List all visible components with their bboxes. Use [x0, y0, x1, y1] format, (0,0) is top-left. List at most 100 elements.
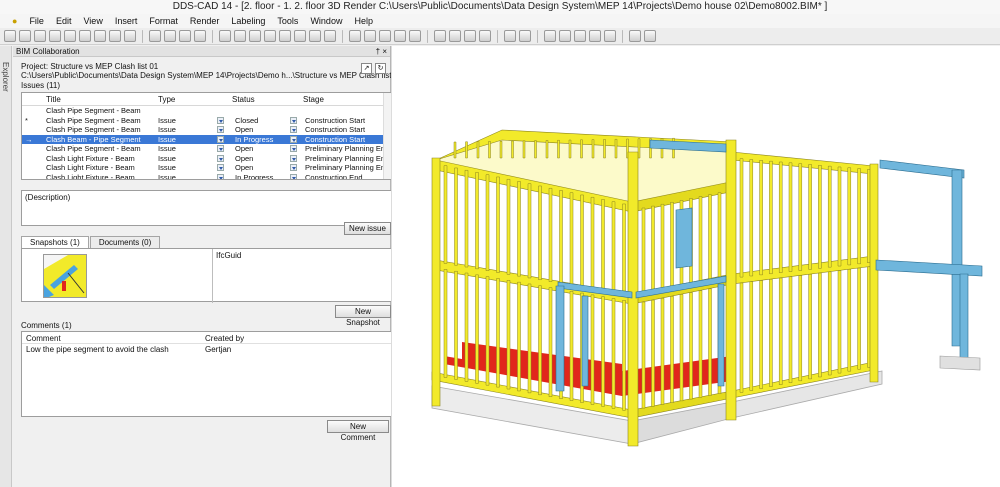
menu-help[interactable]: Help: [348, 14, 379, 28]
section-icon[interactable]: [409, 30, 421, 42]
col-stage[interactable]: Stage: [303, 95, 324, 104]
render-icon[interactable]: [324, 30, 336, 42]
building-icon[interactable]: [504, 30, 516, 42]
mark-icon[interactable]: [574, 30, 586, 42]
camera-icon[interactable]: [309, 30, 321, 42]
stage-dropdown-icon[interactable]: [290, 154, 297, 162]
col-title[interactable]: Title: [46, 95, 61, 104]
floor-down-icon[interactable]: [479, 30, 491, 42]
status-dropdown-icon[interactable]: [217, 173, 224, 179]
zoom-window-icon[interactable]: [264, 30, 276, 42]
3d-viewport[interactable]: [392, 46, 1000, 487]
layers-icon[interactable]: [164, 30, 176, 42]
print-icon[interactable]: [49, 30, 61, 42]
measure-icon[interactable]: [394, 30, 406, 42]
status-dropdown-icon[interactable]: [217, 135, 224, 143]
new-file-icon[interactable]: [4, 30, 16, 42]
issue-row[interactable]: Clash Pipe Segment - Beam Issue Open Constr…: [22, 125, 392, 135]
menu-app-icon[interactable]: ●: [6, 14, 23, 28]
ortho-icon[interactable]: [379, 30, 391, 42]
document-icon[interactable]: [519, 30, 531, 42]
issue-row[interactable]: Clash Pipe Segment - Beam Issue Open Prelim…: [22, 144, 392, 154]
menu-render[interactable]: Render: [184, 14, 226, 28]
home-icon[interactable]: [434, 30, 446, 42]
menu-format[interactable]: Format: [143, 14, 184, 28]
issues-table[interactable]: Title Type Status Stage Clash Pipe Segme…: [21, 92, 393, 180]
report-icon[interactable]: [604, 30, 616, 42]
copy-icon[interactable]: [79, 30, 91, 42]
open-folder-icon[interactable]: [19, 30, 31, 42]
issue-status: Open: [235, 125, 254, 134]
select-icon[interactable]: [234, 30, 246, 42]
menu-file[interactable]: File: [23, 14, 50, 28]
floor-up-icon[interactable]: [464, 30, 476, 42]
flag-icon[interactable]: [589, 30, 601, 42]
menu-labeling[interactable]: Labeling: [225, 14, 271, 28]
refresh-icon[interactable]: ↻: [375, 63, 386, 74]
menu-insert[interactable]: Insert: [109, 14, 144, 28]
menu-edit[interactable]: Edit: [50, 14, 78, 28]
new-snapshot-button[interactable]: New Snapshot: [335, 305, 391, 327]
stage-dropdown-icon[interactable]: [290, 173, 297, 179]
comment-row[interactable]: Low the pipe segment to avoid the clash …: [22, 344, 392, 355]
explorer-side-tab[interactable]: Explorer: [0, 46, 12, 487]
status-dropdown-icon[interactable]: [217, 116, 224, 124]
status-dropdown-icon[interactable]: [217, 154, 224, 162]
menu-tools[interactable]: Tools: [271, 14, 304, 28]
stage-dropdown-icon[interactable]: [290, 164, 297, 171]
menu-view[interactable]: View: [77, 14, 108, 28]
snap-icon[interactable]: [364, 30, 376, 42]
bcf-icon[interactable]: [559, 30, 571, 42]
comments-header: Comment Created by: [22, 332, 392, 344]
zoom-icon[interactable]: [219, 30, 231, 42]
stud: [651, 205, 655, 291]
tab-documents[interactable]: Documents (0): [89, 236, 161, 248]
copy-pages-icon[interactable]: [629, 30, 641, 42]
stage-dropdown-icon[interactable]: [290, 145, 297, 152]
floor-save-icon[interactable]: [449, 30, 461, 42]
stage-dropdown-icon[interactable]: [290, 135, 297, 143]
table-icon[interactable]: [644, 30, 656, 42]
save-icon[interactable]: [34, 30, 46, 42]
stud: [808, 274, 812, 380]
clash-icon[interactable]: [544, 30, 556, 42]
tab-snapshots[interactable]: Snapshots (1): [21, 236, 89, 248]
issue-row[interactable]: * Clash Pipe Segment - Beam Issue Closed Con…: [22, 116, 392, 126]
stage-dropdown-icon[interactable]: [290, 116, 297, 124]
export-icon[interactable]: ↗: [361, 63, 372, 74]
panel-controls[interactable]: † ×: [376, 46, 387, 57]
issue-row[interactable]: Clash Pipe Segment - Beam: [22, 106, 392, 116]
stud: [538, 185, 542, 281]
new-comment-button[interactable]: New Comment: [327, 420, 389, 442]
redo-icon[interactable]: [124, 30, 136, 42]
visibility-icon[interactable]: [179, 30, 191, 42]
col-created-by[interactable]: Created by: [205, 334, 244, 343]
col-status[interactable]: Status: [232, 95, 255, 104]
issue-row[interactable]: → Clash Beam - Pipe Segment Issue In Progre…: [22, 134, 392, 144]
issue-row[interactable]: Clash Light Fixture - Beam Issue Open Preli…: [22, 154, 392, 164]
col-comment[interactable]: Comment: [26, 334, 61, 343]
snapshot-thumbnail[interactable]: [43, 254, 87, 298]
issue-row[interactable]: Clash Light Fixture - Beam Issue In Progre…: [22, 173, 392, 179]
zoom-extents-icon[interactable]: [249, 30, 261, 42]
comments-table[interactable]: Comment Created by Low the pipe segment …: [21, 331, 393, 417]
issue-row[interactable]: Clash Light Fixture - Beam Issue Open Preli…: [22, 163, 392, 173]
col-type[interactable]: Type: [158, 95, 175, 104]
view-eye-icon[interactable]: [294, 30, 306, 42]
status-dropdown-icon[interactable]: [217, 126, 224, 133]
toolbar-separator: [537, 29, 538, 43]
status-dropdown-icon[interactable]: [217, 145, 224, 152]
window-title: DDS-CAD 14 - [2. floor - 1. 2. floor 3D …: [0, 0, 1000, 14]
stage-dropdown-icon[interactable]: [290, 126, 297, 133]
render-sphere-icon[interactable]: [149, 30, 161, 42]
status-dropdown-icon[interactable]: [217, 164, 224, 171]
grid-icon[interactable]: [349, 30, 361, 42]
pan-icon[interactable]: [279, 30, 291, 42]
undo-icon[interactable]: [109, 30, 121, 42]
cut-icon[interactable]: [64, 30, 76, 42]
pointer-icon[interactable]: [194, 30, 206, 42]
paste-icon[interactable]: [94, 30, 106, 42]
menu-window[interactable]: Window: [304, 14, 348, 28]
new-issue-button[interactable]: New issue: [344, 222, 391, 235]
description-field[interactable]: (Description): [21, 190, 393, 226]
